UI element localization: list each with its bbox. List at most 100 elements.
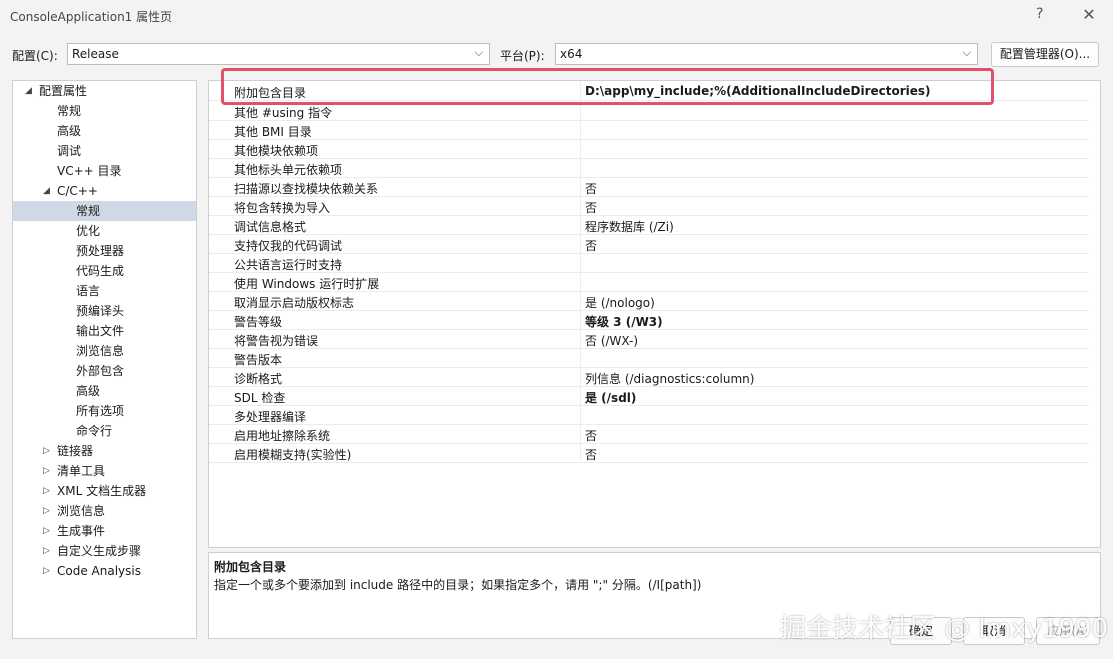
tree-item[interactable]: ▷ 生成事件 xyxy=(13,521,196,541)
property-tree: ◢ 配置属性 常规 高级 调试 VC++ 目录 ◢ C/C++ 常规 优化 预处理器 代码生成 语言 预编… xyxy=(12,80,197,639)
collapse-arrow-icon[interactable]: ◢ xyxy=(25,81,32,101)
tree-item-label: 高级 xyxy=(76,384,101,398)
property-name: 取消显示启动版权标志 xyxy=(234,296,355,310)
property-value[interactable]: 否 xyxy=(585,427,597,444)
help-button[interactable]: ? xyxy=(1036,6,1043,22)
title-bar: ConsoleApplication1 属性页 ? ✕ xyxy=(0,0,1113,32)
description-text: 指定一个或多个要添加到 include 路径中的目录；如果指定多个，请用 ";"… xyxy=(214,578,702,592)
expand-arrow-icon[interactable]: ▷ xyxy=(43,541,50,561)
tree-item[interactable]: 调试 xyxy=(13,141,196,161)
tree-item[interactable]: 所有选项 xyxy=(13,401,196,421)
property-row[interactable]: 取消显示启动版权标志 是 (/nologo) xyxy=(209,292,1089,311)
tree-item-label: Code Analysis xyxy=(57,564,141,578)
platform-label: 平台(P): xyxy=(500,49,545,63)
property-row[interactable]: 公共语言运行时支持 xyxy=(209,254,1089,273)
property-row[interactable]: 启用模糊支持(实验性) 否 xyxy=(209,444,1089,463)
tree-item-label: 配置属性 xyxy=(39,84,88,98)
tree-item-label: 高级 xyxy=(57,124,82,138)
tree-item-label: 清单工具 xyxy=(57,464,106,478)
property-row[interactable]: 诊断格式 列信息 (/diagnostics:column) xyxy=(209,368,1089,387)
property-row[interactable]: 其他标头单元依赖项 xyxy=(209,159,1089,178)
tree-item[interactable]: 代码生成 xyxy=(13,261,196,281)
property-value[interactable]: 是 (/nologo) xyxy=(585,294,655,311)
property-name: 其他标头单元依赖项 xyxy=(234,163,343,177)
property-value[interactable]: 否 (/WX-) xyxy=(585,332,638,349)
tree-item[interactable]: 高级 xyxy=(13,121,196,141)
property-row[interactable]: 多处理器编译 xyxy=(209,406,1089,425)
property-value[interactable]: 等级 3 (/W3) xyxy=(585,313,663,330)
collapse-arrow-icon[interactable]: ◢ xyxy=(43,181,50,201)
tree-item[interactable]: 预编译头 xyxy=(13,301,196,321)
tree-item[interactable]: 常规 xyxy=(13,101,196,121)
property-row[interactable]: SDL 检查 是 (/sdl) xyxy=(209,387,1089,406)
expand-arrow-icon[interactable]: ▷ xyxy=(43,501,50,521)
property-value[interactable]: 程序数据库 (/Zi) xyxy=(585,218,674,235)
expand-arrow-icon[interactable]: ▷ xyxy=(43,461,50,481)
tree-item[interactable]: 外部包含 xyxy=(13,361,196,381)
close-button[interactable]: ✕ xyxy=(1078,5,1100,27)
property-row[interactable]: 扫描源以查找模块依赖关系 否 xyxy=(209,178,1089,197)
property-value[interactable]: 否 xyxy=(585,237,597,254)
tree-item-label: 浏览信息 xyxy=(57,504,106,518)
tree-item[interactable]: ▷ 自定义生成步骤 xyxy=(13,541,196,561)
property-row[interactable]: 将警告视为错误 否 (/WX-) xyxy=(209,330,1089,349)
property-row[interactable]: 支持仅我的代码调试 否 xyxy=(209,235,1089,254)
tree-item[interactable]: 浏览信息 xyxy=(13,341,196,361)
property-row[interactable]: 使用 Windows 运行时扩展 xyxy=(209,273,1089,292)
property-value[interactable]: 否 xyxy=(585,446,597,463)
expand-arrow-icon[interactable]: ▷ xyxy=(43,521,50,541)
property-value[interactable]: 是 (/sdl) xyxy=(585,389,636,406)
tree-item-label: 生成事件 xyxy=(57,524,106,538)
tree-item[interactable]: ▷ 清单工具 xyxy=(13,461,196,481)
property-name: 公共语言运行时支持 xyxy=(234,258,343,272)
tree-item-label: 链接器 xyxy=(57,444,94,458)
config-manager-button[interactable]: 配置管理器(O)... xyxy=(991,42,1099,67)
tree-item[interactable]: 输出文件 xyxy=(13,321,196,341)
platform-select[interactable]: x64 ⌵ xyxy=(555,43,978,65)
tree-item-label: 外部包含 xyxy=(76,364,125,378)
tree-item[interactable]: 优化 xyxy=(13,221,196,241)
property-value[interactable]: 否 xyxy=(585,180,597,197)
property-name: 警告版本 xyxy=(234,353,283,367)
expand-arrow-icon[interactable]: ▷ xyxy=(43,481,50,501)
tree-item[interactable]: ▷ 浏览信息 xyxy=(13,501,196,521)
tree-item[interactable]: VC++ 目录 xyxy=(13,161,196,181)
config-value: Release xyxy=(72,47,119,61)
property-row[interactable]: 调试信息格式 程序数据库 (/Zi) xyxy=(209,216,1089,235)
property-row[interactable]: 其他 BMI 目录 xyxy=(209,121,1089,140)
property-name: 多处理器编译 xyxy=(234,410,307,424)
property-value[interactable]: 列信息 (/diagnostics:column) xyxy=(585,370,754,387)
property-row[interactable]: 警告版本 xyxy=(209,349,1089,368)
tree-item-label: XML 文档生成器 xyxy=(57,484,147,498)
expand-arrow-icon[interactable]: ▷ xyxy=(43,561,50,581)
property-row[interactable]: 启用地址擦除系统 否 xyxy=(209,425,1089,444)
tree-item[interactable]: 语言 xyxy=(13,281,196,301)
tree-item-label: 输出文件 xyxy=(76,324,125,338)
property-row[interactable]: 将包含转换为导入 否 xyxy=(209,197,1089,216)
tree-item[interactable]: 高级 xyxy=(13,381,196,401)
property-name: 扫描源以查找模块依赖关系 xyxy=(234,182,379,196)
tree-item[interactable]: ▷ Code Analysis xyxy=(13,561,196,581)
tree-item-label: 常规 xyxy=(76,204,101,218)
chevron-down-icon: ⌵ xyxy=(474,46,483,59)
tree-item[interactable]: 常规 xyxy=(13,201,196,221)
property-name: 启用模糊支持(实验性) xyxy=(234,448,352,462)
property-name: SDL 检查 xyxy=(234,391,286,405)
property-grid: 附加包含目录 D:\app\my_include;%(AdditionalIncl… xyxy=(208,80,1101,548)
property-row[interactable]: 警告等级 等级 3 (/W3) xyxy=(209,311,1089,330)
property-value[interactable]: 否 xyxy=(585,199,597,216)
tree-item-label: 预处理器 xyxy=(76,244,125,258)
tree-item[interactable]: ▷ XML 文档生成器 xyxy=(13,481,196,501)
tree-item-label: 浏览信息 xyxy=(76,344,125,358)
tree-item[interactable]: ◢ 配置属性 xyxy=(13,81,196,101)
tree-item[interactable]: ◢ C/C++ xyxy=(13,181,196,201)
tree-item[interactable]: 命令行 xyxy=(13,421,196,441)
tree-item[interactable]: 预处理器 xyxy=(13,241,196,261)
config-select[interactable]: Release ⌵ xyxy=(67,43,490,65)
expand-arrow-icon[interactable]: ▷ xyxy=(43,441,50,461)
property-row[interactable]: 其他模块依赖项 xyxy=(209,140,1089,159)
property-name: 警告等级 xyxy=(234,315,283,329)
property-name: 调试信息格式 xyxy=(234,220,307,234)
tree-item[interactable]: ▷ 链接器 xyxy=(13,441,196,461)
tree-item-label: 常规 xyxy=(57,104,82,118)
